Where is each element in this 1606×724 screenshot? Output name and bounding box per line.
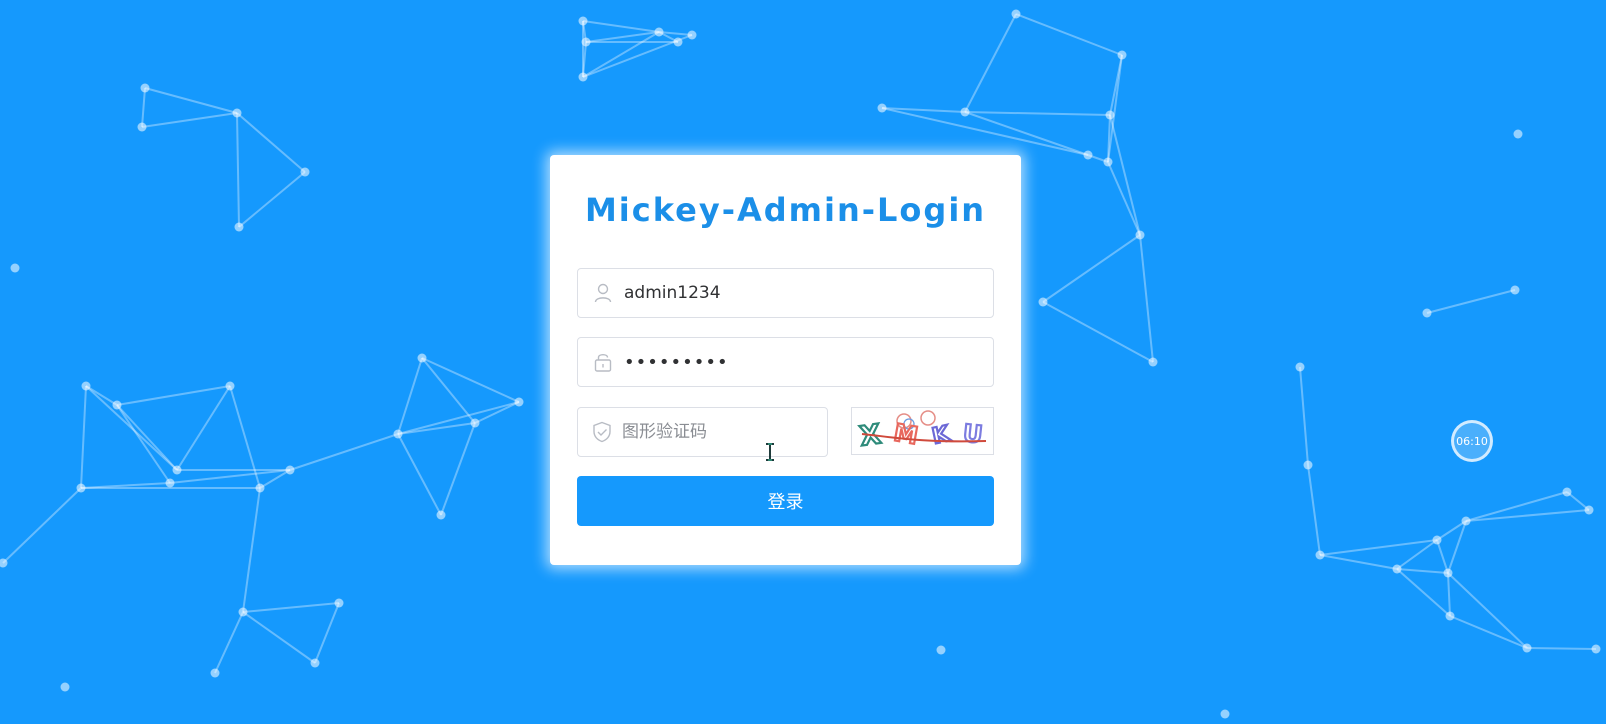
password-field[interactable]	[577, 337, 994, 387]
password-input[interactable]	[624, 338, 993, 386]
login-title: Mickey-Admin-Login	[584, 191, 987, 229]
svg-text:K: K	[930, 422, 953, 450]
login-card: Mickey-Admin-Login admin1234 图形验证码 X M K…	[550, 155, 1021, 565]
captcha-image[interactable]: X M K U	[851, 407, 994, 455]
shield-check-icon	[592, 421, 612, 443]
user-icon	[592, 282, 614, 304]
svg-text:M: M	[892, 418, 920, 450]
clock-badge[interactable]: 06:10	[1451, 420, 1493, 462]
captcha-input[interactable]	[622, 408, 841, 456]
username-input[interactable]	[624, 269, 993, 317]
lock-icon	[592, 351, 614, 373]
username-field[interactable]	[577, 268, 994, 318]
text-cursor-icon	[766, 443, 774, 461]
captcha-field[interactable]	[577, 407, 841, 461]
login-button[interactable]: 登录	[577, 476, 994, 526]
svg-text:U: U	[962, 419, 984, 449]
